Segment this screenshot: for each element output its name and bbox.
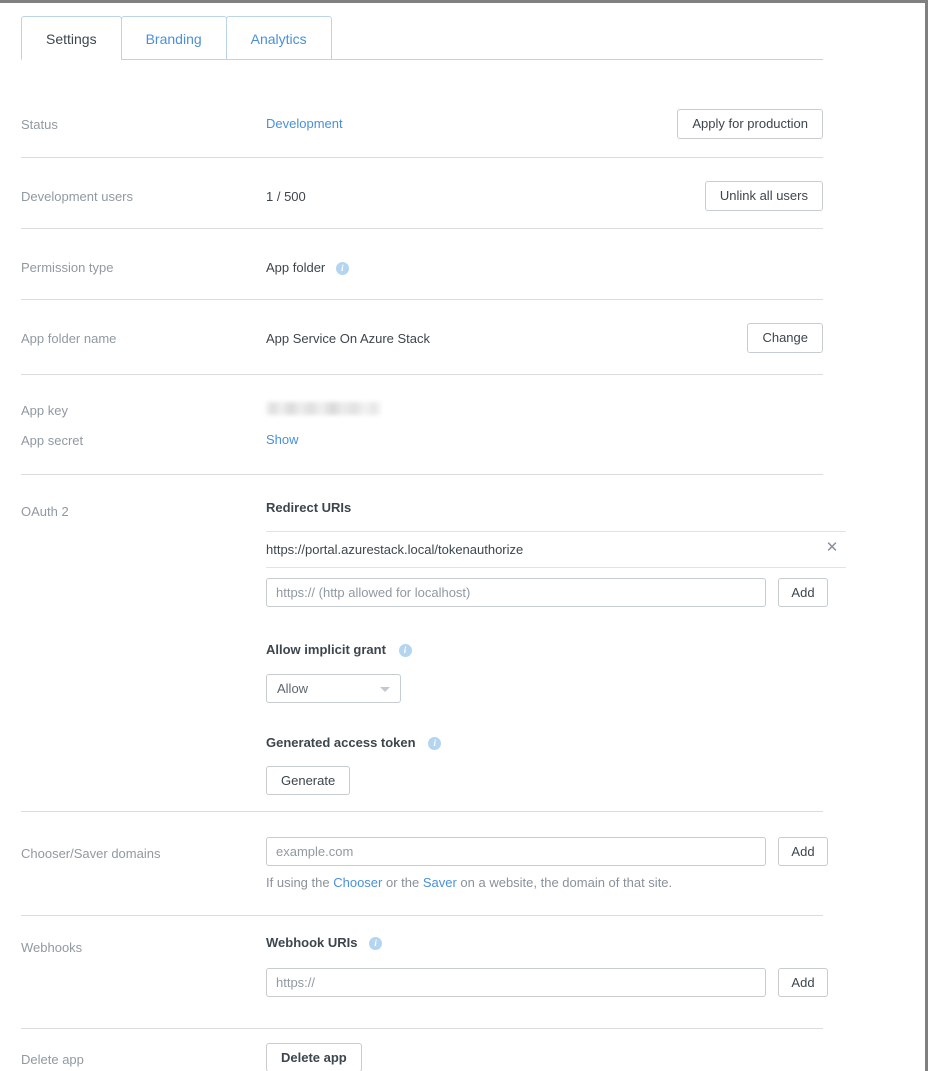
row-permission-type: Permission type App folder i — [21, 228, 823, 299]
chooser-saver-domain-input[interactable] — [266, 837, 766, 866]
implicit-grant-select[interactable]: Allow — [266, 674, 401, 703]
tab-bar: Settings Branding Analytics — [21, 15, 823, 60]
tab-branding[interactable]: Branding — [121, 16, 227, 60]
row-development-users: Development users 1 / 500 Unlink all use… — [21, 157, 823, 228]
row-webhooks: Webhooks Webhook URIs i Add — [21, 915, 823, 1028]
apply-for-production-button[interactable]: Apply for production — [677, 109, 823, 139]
help-prefix: If using the — [266, 875, 333, 890]
app-folder-name-value: App Service On Azure Stack — [266, 330, 430, 347]
webhook-uri-input[interactable] — [266, 968, 766, 997]
generate-token-button[interactable]: Generate — [266, 766, 350, 795]
status-value-link[interactable]: Development — [266, 116, 343, 131]
row-delete-app: Delete app Delete app — [21, 1028, 823, 1071]
development-users-label: Development users — [21, 188, 236, 205]
permission-type-label: Permission type — [21, 259, 236, 276]
info-icon[interactable]: i — [399, 644, 412, 657]
chooser-saver-help-text: If using the Chooser or the Saver on a w… — [266, 874, 672, 891]
row-chooser-saver-domains: Chooser/Saver domains Add If using the C… — [21, 811, 823, 915]
help-suffix: on a website, the domain of that site. — [457, 875, 672, 890]
tab-settings-label: Settings — [46, 31, 97, 47]
development-users-value: 1 / 500 — [266, 188, 306, 205]
oauth2-label: OAuth 2 — [21, 503, 236, 520]
webhooks-label: Webhooks — [21, 939, 236, 956]
saver-link[interactable]: Saver — [423, 875, 457, 890]
permission-type-value: App folder — [266, 260, 325, 275]
row-oauth2: OAuth 2 Redirect URIs https://portal.azu… — [21, 474, 823, 811]
add-redirect-uri-button[interactable]: Add — [778, 578, 828, 607]
chevron-down-icon — [380, 687, 390, 692]
delete-app-button[interactable]: Delete app — [266, 1043, 362, 1071]
help-middle: or the — [382, 875, 422, 890]
webhook-uris-heading: Webhook URIs — [266, 935, 358, 950]
add-webhook-uri-button[interactable]: Add — [778, 968, 828, 997]
redirect-uri-input[interactable] — [266, 578, 766, 607]
redirect-uris-heading: Redirect URIs — [266, 499, 351, 516]
chooser-link[interactable]: Chooser — [333, 875, 382, 890]
status-label: Status — [21, 116, 236, 133]
app-key-label: App key — [21, 402, 236, 419]
generated-access-token-heading: Generated access token — [266, 735, 416, 750]
app-key-value-redacted — [266, 402, 381, 418]
window-frame: Settings Branding Analytics Status Devel… — [0, 0, 928, 1071]
tab-settings[interactable]: Settings — [21, 16, 122, 60]
allow-implicit-grant-heading: Allow implicit grant — [266, 642, 386, 657]
redirect-uri-value: https://portal.azurestack.local/tokenaut… — [266, 542, 523, 557]
redirect-uri-item: https://portal.azurestack.local/tokenaut… — [266, 531, 846, 568]
app-folder-name-label: App folder name — [21, 330, 236, 347]
show-app-secret-link[interactable]: Show — [266, 432, 299, 447]
chooser-saver-label: Chooser/Saver domains — [21, 845, 236, 862]
change-app-folder-button[interactable]: Change — [747, 323, 823, 353]
info-icon[interactable]: i — [336, 262, 349, 275]
add-chooser-saver-domain-button[interactable]: Add — [778, 837, 828, 866]
row-status: Status Development Apply for production — [21, 109, 823, 157]
unlink-all-users-button[interactable]: Unlink all users — [705, 181, 823, 211]
tab-analytics[interactable]: Analytics — [226, 16, 332, 60]
app-secret-label: App secret — [21, 432, 236, 449]
row-app-folder-name: App folder name App Service On Azure Sta… — [21, 299, 823, 374]
tab-analytics-label: Analytics — [251, 31, 307, 47]
implicit-grant-value: Allow — [277, 681, 308, 696]
tab-branding-label: Branding — [146, 31, 202, 47]
close-icon[interactable]: ✕ — [824, 540, 840, 556]
settings-page: Settings Branding Analytics Status Devel… — [0, 3, 925, 1071]
info-icon[interactable]: i — [369, 937, 382, 950]
row-app-credentials: App key App secret Show — [21, 374, 823, 474]
app-key-blur — [266, 402, 381, 415]
delete-app-label: Delete app — [21, 1051, 236, 1068]
info-icon[interactable]: i — [428, 737, 441, 750]
